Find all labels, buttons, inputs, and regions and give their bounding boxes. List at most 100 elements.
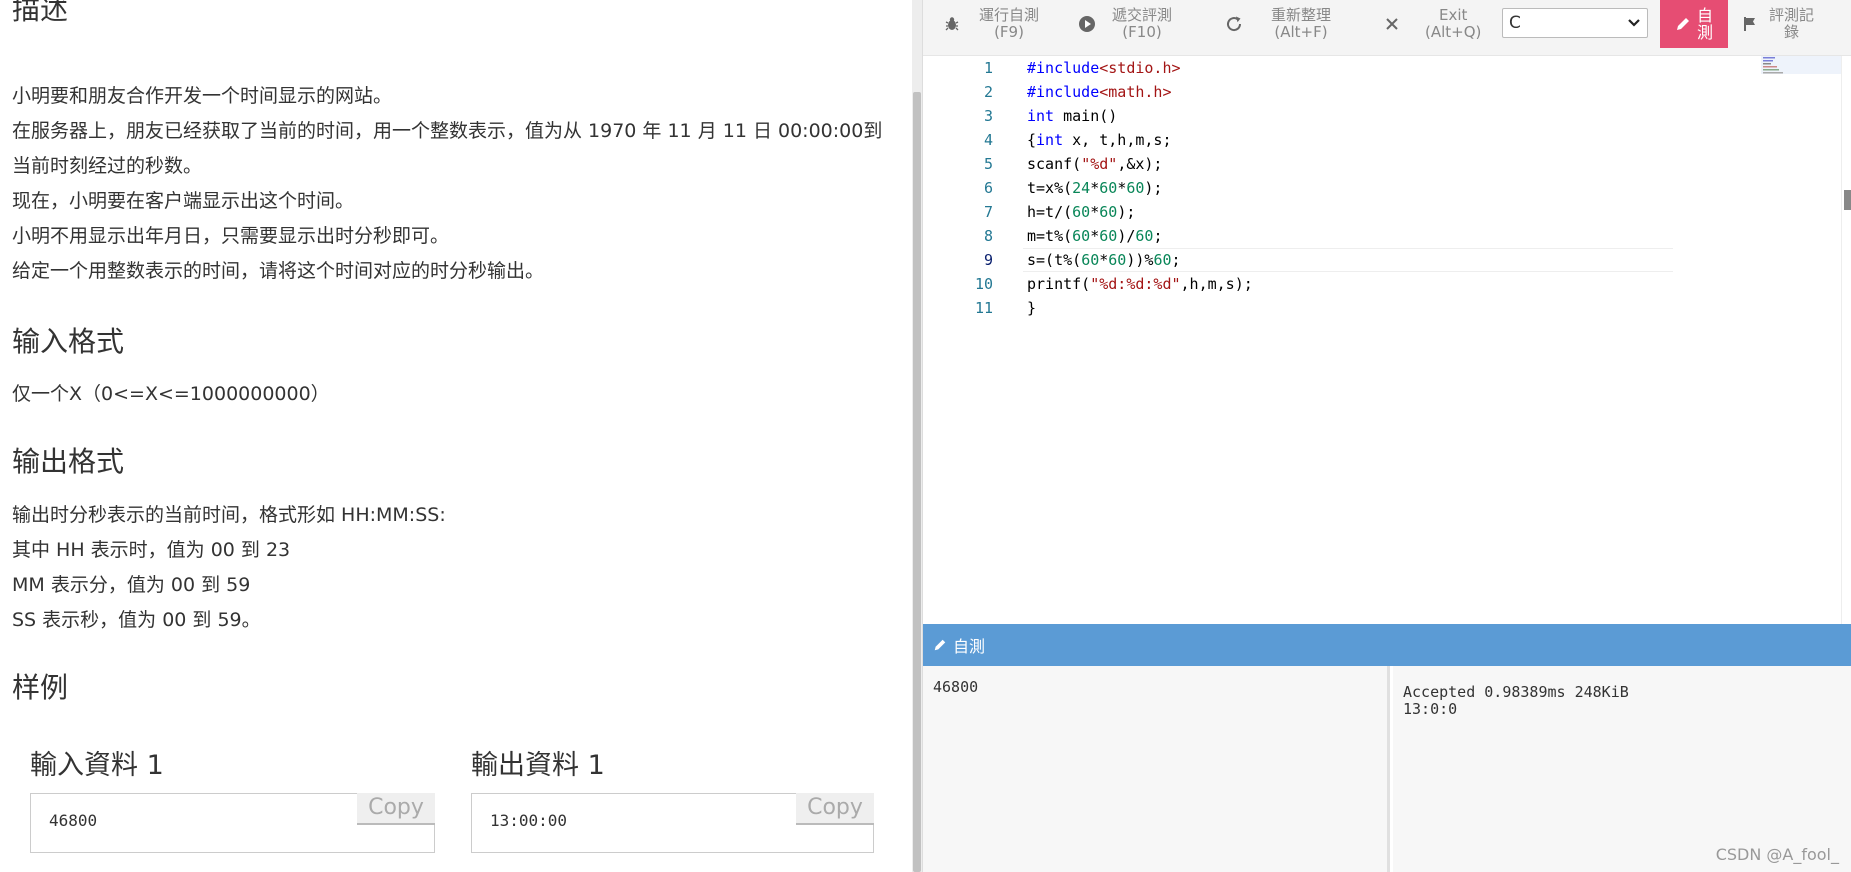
submit-shortcut: (F10) <box>1122 23 1162 41</box>
code-token: "%d:%d:%d" <box>1090 275 1181 293</box>
pencil-icon <box>1676 18 1689 30</box>
output-format-heading: 输出格式 <box>12 445 125 478</box>
run-label: 運行自測 <box>979 6 1040 24</box>
output-format-line-1: 输出时分秒表示的当前时间，格式形如 HH:MM:SS: <box>12 504 446 526</box>
output-format-line-2: 其中 HH 表示时，值为 00 到 23 <box>12 539 291 561</box>
code-line-7: h=t/(60*60); <box>1027 203 1136 221</box>
close-icon <box>1383 15 1401 33</box>
code-token: <math.h> <box>1099 83 1172 101</box>
sample-output-value: 13:00:00 <box>490 811 568 830</box>
description-line-3: 当前时刻经过的秒数。 <box>12 155 203 177</box>
code-token: 24 <box>1072 179 1091 197</box>
code-line-10: printf("%d:%d:%d",h,m,s); <box>1027 275 1253 293</box>
exit-shortcut: (Alt+Q) <box>1425 23 1482 41</box>
records-button[interactable]: 評測記錄 <box>1743 0 1814 48</box>
description-line-5: 小明不用显示出年月日，只需要显示出时分秒即可。 <box>12 225 450 247</box>
records-label-2: 錄 <box>1784 23 1800 41</box>
bug-icon <box>943 15 961 33</box>
input-format-heading: 输入格式 <box>12 325 125 358</box>
line-number: 8 <box>983 227 993 245</box>
code-editor[interactable]: 1 2 3 4 5 6 7 8 9 10 11 #include<stdio.h… <box>923 56 1851 624</box>
pencil-icon <box>934 639 946 651</box>
code-line-3: int main() <box>1027 107 1118 125</box>
code-line-1: #include<stdio.h> <box>1027 56 1181 80</box>
scrollbar-thumb[interactable] <box>913 92 921 872</box>
selftest-label-2: 測 <box>1696 23 1713 42</box>
result-status: Accepted 0.98389ms 248KiB <box>1403 683 1629 701</box>
selftest-result-text: Accepted 0.98389ms 248KiB 13:0:0 <box>1403 684 1629 718</box>
code-token: 60 <box>1072 203 1091 221</box>
play-circle-icon <box>1078 15 1096 33</box>
code-line-9: s=(t%(60*60))%60; <box>1027 251 1181 269</box>
code-line-6: t=x%(24*60*60); <box>1027 179 1163 197</box>
sample-input-title: 輸入資料 1 <box>30 750 164 781</box>
selftest-panel-header: 自測 <box>923 624 1851 666</box>
copy-input-button[interactable]: Copy <box>357 793 435 825</box>
code-token: int <box>1027 107 1055 125</box>
code-token: 60 <box>1153 251 1172 269</box>
format-button[interactable]: 重新整理 (Alt+F) <box>1225 0 1331 48</box>
selftest-toggle-button[interactable]: 自測 <box>1660 0 1728 48</box>
problem-scrollbar[interactable] <box>912 0 922 872</box>
line-number: 3 <box>983 107 993 125</box>
line-number-active: 9 <box>983 251 993 269</box>
refresh-icon <box>1225 15 1243 33</box>
selftest-input-value: 46800 <box>933 678 979 696</box>
selftest-input[interactable]: 46800 <box>923 666 1390 872</box>
format-shortcut: (Alt+F) <box>1274 23 1328 41</box>
code-line-8: m=t%(60*60)/60; <box>1027 227 1163 245</box>
minimap[interactable] <box>1761 56 1841 76</box>
code-token: 60 <box>1081 251 1100 269</box>
line-number: 7 <box>983 203 993 221</box>
description-line-6: 给定一个用整数表示的时间，请将这个时间对应的时分秒输出。 <box>12 260 545 282</box>
sample-input-box: 46800 Copy <box>30 793 435 853</box>
code-token: 60 <box>1099 227 1118 245</box>
code-token: 60 <box>1108 251 1127 269</box>
line-number: 10 <box>974 275 993 293</box>
selftest-panel-title: 自測 <box>953 637 986 656</box>
scrollbar-marker <box>1844 190 1851 210</box>
flag-icon <box>1744 17 1755 31</box>
exit-button[interactable]: Exit (Alt+Q) <box>1383 0 1481 48</box>
code-token: 60 <box>1126 179 1145 197</box>
description-heading: 描述 <box>12 0 69 26</box>
line-number: 5 <box>983 155 993 173</box>
code-token: 60 <box>1099 203 1118 221</box>
format-label: 重新整理 <box>1271 6 1332 24</box>
output-format-line-3: MM 表示分，值为 00 到 59 <box>12 574 251 596</box>
code-token: #include <box>1027 59 1100 77</box>
code-token: 60 <box>1099 179 1118 197</box>
description-line-1: 小明要和朋友合作开发一个时间显示的网站。 <box>12 85 393 107</box>
sample-output-title: 輸出資料 1 <box>471 750 605 781</box>
code-token: int <box>1036 131 1064 149</box>
submit-button[interactable]: 遞交評測 (F10) <box>1078 0 1172 48</box>
code-token: <stdio.h> <box>1099 59 1181 77</box>
description-line-2: 在服务器上，朋友已经获取了当前的时间，用一个整数表示，值为从 1970 年 11… <box>12 120 883 142</box>
line-number: 4 <box>983 131 993 149</box>
description-line-4: 现在，小明要在客户端显示出这个时间。 <box>12 190 355 212</box>
code-token: "%d" <box>1081 155 1118 173</box>
run-selftest-button[interactable]: 運行自測 (F9) <box>943 0 1039 48</box>
code-line-4: {int x, t,h,m,s; <box>1027 131 1172 149</box>
input-format-text: 仅一个X（0<=X<=1000000000） <box>12 383 330 405</box>
sample-input-value: 46800 <box>49 811 98 830</box>
line-number: 6 <box>983 179 993 197</box>
code-token: 60 <box>1072 227 1091 245</box>
ide-panel: 運行自測 (F9) 遞交評測 (F10) 重新整理 (Alt+F) Exit (Alt+… <box>923 0 1851 872</box>
exit-label: Exit <box>1438 6 1468 24</box>
chevron-down-icon <box>1628 19 1640 27</box>
selftest-label-1: 自 <box>1696 6 1713 25</box>
ide-toolbar: 運行自測 (F9) 遞交評測 (F10) 重新整理 (Alt+F) Exit (Alt+… <box>923 0 1851 56</box>
line-number: 1 <box>983 59 993 77</box>
code-line-5: scanf("%d",&x); <box>1027 155 1163 173</box>
records-label-1: 評測記 <box>1769 6 1815 24</box>
editor-scrollbar[interactable] <box>1841 56 1851 624</box>
line-number: 2 <box>983 83 993 101</box>
code-token: 60 <box>1135 227 1154 245</box>
code-line-11: } <box>1027 299 1037 317</box>
language-select[interactable]: C <box>1502 8 1648 38</box>
copy-output-button[interactable]: Copy <box>796 793 874 825</box>
problem-panel: 描述 小明要和朋友合作开发一个时间显示的网站。 在服务器上，朋友已经获取了当前的… <box>0 0 912 872</box>
sample-output-box: 13:00:00 Copy <box>471 793 874 853</box>
watermark: CSDN @A_fool_ <box>1715 845 1839 864</box>
